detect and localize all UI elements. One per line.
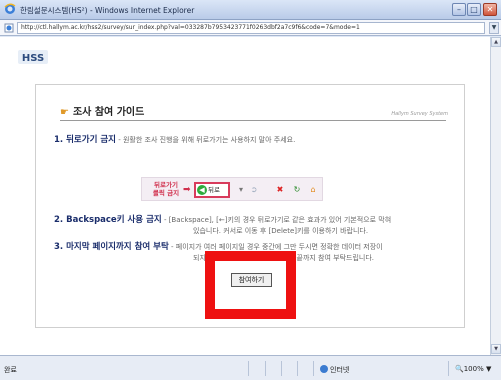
title-divider (60, 120, 446, 121)
status-divider (297, 361, 298, 376)
guide-title: ☛ 조사 참여 가이드 (60, 103, 144, 118)
security-zone-label: 인터넷 (330, 366, 350, 374)
step-1-text: - 원활한 조사 진행을 위해 뒤로가기는 사용하지 말아 주세요. (115, 136, 296, 144)
title-bar: 한림설문시스템(HS²) - Windows Internet Explorer… (0, 0, 501, 20)
guide-title-text: 조사 참여 가이드 (72, 107, 145, 118)
back-button-example: 뒤로가기 클릭 금지 ➡ ◀ 뒤로 ▾ ➲ ✖ ↻ ⌂ (141, 177, 323, 201)
dropdown-arrow-icon: ▾ (238, 185, 243, 194)
zoom-level: 100% (463, 365, 484, 373)
status-divider (265, 361, 266, 376)
ie-logo-icon (4, 3, 16, 14)
status-text: 완료 (4, 366, 17, 374)
zoom-dropdown-icon[interactable]: ▼ (486, 365, 491, 373)
zoom-icon: 🔍 (455, 365, 464, 373)
security-zone: 인터넷 (320, 365, 349, 375)
hss-logo: HSS (18, 50, 48, 64)
address-bar: http://ctl.hallym.ac.kr/hss2/survey/sur_… (0, 20, 501, 36)
refresh-icon: ↻ (293, 185, 301, 194)
scroll-down-icon[interactable]: ▼ (491, 344, 501, 354)
step-1-title: 1. 뒤로가기 금지 (54, 135, 116, 145)
guide-panel: ☛ 조사 참여 가이드 Hallym Survey System 1. 뒤로가기 … (35, 84, 465, 328)
step-2-text-cont: 있습니다. 커서로 이동 후 [Delete]키를 이용하기 바랍니다. (193, 227, 369, 235)
minimize-button[interactable]: – (452, 3, 466, 16)
vertical-scrollbar[interactable]: ▲ ▼ (490, 37, 501, 355)
step-1: 1. 뒤로가기 금지 - 원활한 조사 진행을 위해 뒤로가기는 사용하지 말아… (54, 135, 295, 146)
step-3-text: - 페이지가 여러 페이지일 경우 중간에 그만 두시면 정확한 데이터 저장이 (168, 243, 383, 251)
step-3-title: 3. 마지막 페이지까지 참여 부탁 (54, 242, 169, 252)
zoom-control[interactable]: 🔍100% ▼ (455, 365, 491, 373)
back-button-sample: ◀ 뒤로 (194, 182, 230, 198)
maximize-button[interactable]: □ (467, 3, 481, 16)
page-icon (4, 23, 14, 33)
stop-icon: ✖ (276, 185, 284, 194)
url-field[interactable]: http://ctl.hallym.ac.kr/hss2/survey/sur_… (17, 22, 485, 34)
back-button-label: 뒤로 (208, 186, 220, 194)
globe-icon (320, 365, 328, 373)
page-viewport: HSS ☛ 조사 참여 가이드 Hallym Survey System 1. 뒤… (0, 37, 490, 355)
back-warning-label: 뒤로가기 클릭 금지 (152, 181, 180, 197)
status-divider (281, 361, 282, 376)
step-2-title: 2. Backspace키 사용 금지 (54, 215, 162, 225)
status-divider (313, 361, 314, 376)
arrow-right-icon: ➡ (183, 185, 191, 195)
address-dropdown[interactable]: ▼ (489, 22, 499, 34)
window-title: 한림설문시스템(HS²) - Windows Internet Explorer (20, 6, 195, 15)
close-button[interactable]: ✕ (483, 3, 497, 16)
step-2: 2. Backspace키 사용 금지 - [Backspace], [←]키의… (54, 215, 391, 237)
hand-pointer-icon: ☛ (60, 107, 69, 118)
forward-icon: ➲ (250, 185, 258, 194)
highlight-box (205, 251, 296, 319)
home-icon: ⌂ (310, 185, 316, 194)
scroll-up-icon[interactable]: ▲ (491, 37, 501, 47)
brand-text: Hallym Survey System (391, 111, 448, 117)
status-bar: 완료 인터넷 🔍100% ▼ (0, 355, 501, 380)
svg-text:HSS: HSS (22, 53, 44, 64)
step-2-text: - [Backspace], [←]키의 경우 뒤로가기로 같은 효과가 있어 … (161, 216, 392, 224)
back-arrow-icon: ◀ (197, 185, 207, 195)
status-divider (448, 361, 449, 376)
status-divider (248, 361, 249, 376)
